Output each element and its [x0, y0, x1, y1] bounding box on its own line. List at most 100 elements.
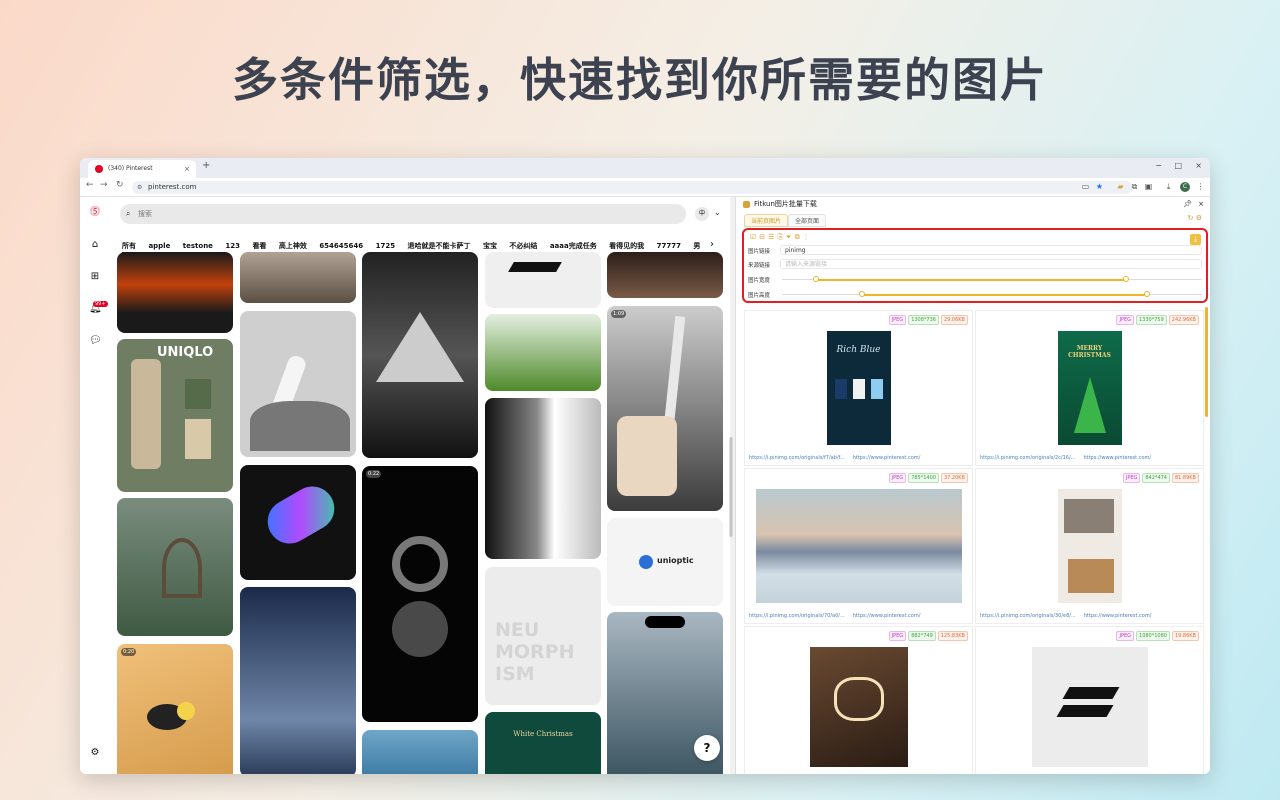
pin-card[interactable] — [485, 398, 601, 559]
select-all-icon[interactable]: ☑ — [750, 233, 759, 241]
height-min-handle[interactable] — [858, 291, 865, 297]
board-filter[interactable]: 看得见的我 — [609, 242, 644, 250]
pin-card[interactable]: 0:22 — [362, 466, 478, 722]
grid-icon[interactable]: ⊟ — [759, 233, 768, 241]
extensions-puzzle-icon[interactable]: ⧉ — [1129, 181, 1140, 192]
pin-card[interactable] — [117, 252, 233, 333]
headline: 多条件筛选，快速找到你所需要的图片 — [232, 53, 1048, 107]
image-card[interactable]: JPEG 842*474 81.89KB https://i.pinimg.com/… — [975, 468, 1204, 624]
height-range-slider[interactable] — [782, 291, 1202, 297]
minimize-button[interactable]: − — [1155, 161, 1162, 170]
height-max-handle[interactable] — [1144, 291, 1151, 297]
site-info-icon[interactable]: ⚙ — [137, 181, 142, 194]
maximize-button[interactable]: □ — [1174, 161, 1182, 170]
board-filter[interactable]: 男 — [693, 242, 700, 250]
help-button[interactable]: ? — [694, 735, 720, 761]
board-filter[interactable]: 看看 — [252, 242, 266, 250]
pin-card[interactable] — [362, 252, 478, 458]
close-window-button[interactable]: × — [1195, 161, 1202, 170]
bookmark-star-icon[interactable]: ★ — [1094, 181, 1105, 192]
side-panel-icon[interactable]: ▣ — [1143, 181, 1154, 192]
download-all-icon[interactable]: ⤓ — [1190, 234, 1201, 245]
pin-card[interactable] — [240, 252, 356, 303]
image-card[interactable]: JPEG 1330*759 242.96KB MERRY CHRISTMAS htt… — [975, 310, 1204, 466]
download-icon[interactable]: ⤓ — [1163, 181, 1174, 192]
pinterest-logo-icon[interactable]: ⓹ — [89, 207, 101, 219]
create-icon[interactable]: ⊞ — [89, 271, 101, 283]
pin-card[interactable]: NEU MORPH ISM — [485, 567, 601, 705]
tab-current-page[interactable]: 当前页图片 — [744, 214, 789, 227]
pin-card[interactable] — [240, 311, 356, 457]
browser-toolbar: ← → ↻ ⚙ pinterest.com ▭ ★ ▰ ⧉ ▣ ⤓ C ⋮ — [80, 178, 1210, 197]
reload-icon[interactable]: ↻ — [116, 180, 124, 190]
pin-card[interactable]: 1:09 — [607, 306, 723, 511]
profile-avatar[interactable]: C — [1180, 182, 1190, 192]
pin-card[interactable] — [485, 252, 601, 308]
pin-panel-icon[interactable]: 📌︎ — [1183, 197, 1192, 212]
settings-gear-icon[interactable]: ⚙ — [89, 747, 101, 759]
tab-close-icon[interactable]: × — [184, 160, 190, 178]
address-bar[interactable]: ⚙ pinterest.com — [132, 181, 1132, 194]
page-link[interactable]: https://www.pinterest.com/ — [853, 613, 921, 619]
image-card[interactable]: JPEG 882*749 125.83KB — [744, 626, 973, 774]
pin-card[interactable] — [240, 465, 356, 580]
boards-next-chevron-icon[interactable]: › — [710, 239, 714, 250]
board-filter[interactable]: 不必纠结 — [509, 242, 537, 250]
pin-card[interactable] — [362, 730, 478, 774]
refresh-icon[interactable]: ↻ — [1188, 214, 1194, 222]
home-icon[interactable]: ⌂ — [89, 239, 101, 251]
image-source-link[interactable]: https://i.pinimg.com/originals/f7/ab/f..… — [749, 455, 845, 461]
width-range-slider[interactable] — [782, 276, 1202, 282]
board-filter[interactable]: 77777 — [657, 242, 681, 250]
pin-card[interactable]: unioptic — [607, 518, 723, 606]
board-filter[interactable]: 123 — [225, 242, 240, 250]
width-min-handle[interactable] — [812, 276, 819, 282]
tab-all-pages[interactable]: 全部页面 — [788, 214, 827, 227]
forward-icon[interactable]: → — [100, 180, 108, 190]
page-link[interactable]: https://www.pinterest.com/ — [853, 455, 921, 461]
source-filter-input[interactable]: 请输入来源链接 — [780, 259, 1202, 269]
image-card[interactable]: JPEG 1080*1080 19.86KB — [975, 626, 1204, 774]
pin-card[interactable]: UNIQLO — [117, 339, 233, 492]
board-filter[interactable]: 高上神效 — [279, 242, 307, 250]
filter-icon[interactable]: ⏷ — [786, 233, 795, 241]
panel-scrollbar[interactable] — [1205, 307, 1208, 417]
search-input[interactable]: ⌕ 搜索 — [120, 204, 686, 224]
layers-icon[interactable]: ⧉ — [795, 233, 803, 241]
board-filter[interactable]: apple — [148, 242, 170, 250]
board-filter[interactable]: 退哈就是不能卡萨丁 — [408, 242, 471, 250]
board-filter[interactable]: 1725 — [376, 242, 395, 250]
image-source-link[interactable]: https://i.pinimg.com/originals/2c/16/... — [980, 455, 1075, 461]
board-filter[interactable]: testone — [183, 242, 213, 250]
link-filter-input[interactable]: pinimg — [780, 245, 1202, 255]
pin-card[interactable]: 0:20 — [117, 644, 233, 774]
settings-icon[interactable]: ⚙ — [1196, 214, 1202, 222]
language-badge[interactable]: 中 — [695, 207, 709, 221]
pin-card[interactable] — [607, 252, 723, 298]
more-icon[interactable]: ⋮ — [803, 233, 813, 241]
board-filter[interactable]: aaaa完成任务 — [550, 242, 597, 250]
extension-fitkun-icon[interactable]: ▰ — [1115, 181, 1126, 192]
page-link[interactable]: https://www.pinterest.com/ — [1084, 613, 1152, 619]
pin-card[interactable]: White Christmas — [485, 712, 601, 774]
board-filter[interactable]: 654645646 — [319, 242, 363, 250]
copy-icon[interactable]: ⎘ — [777, 233, 786, 241]
back-icon[interactable]: ← — [86, 180, 94, 190]
image-source-link[interactable]: https://i.pinimg.com/originals/70/a0/... — [749, 613, 845, 619]
messages-icon[interactable]: 💬︎ — [89, 335, 102, 347]
pin-card[interactable] — [485, 314, 601, 391]
pin-card[interactable] — [240, 587, 356, 774]
pin-card[interactable] — [117, 498, 233, 636]
tab-pinterest[interactable]: (340) Pinterest × — [88, 160, 196, 178]
board-filter[interactable]: 宝宝 — [483, 242, 497, 250]
image-card[interactable]: JPEG 785*1400 37.20KB https://i.pinimg.com… — [744, 468, 973, 624]
page-link[interactable]: https://www.pinterest.com/ — [1083, 455, 1151, 461]
image-source-link[interactable]: https://i.pinimg.com/originals/30/e8/... — [980, 613, 1076, 619]
width-max-handle[interactable] — [1123, 276, 1130, 282]
image-card[interactable]: JPEG 1308*736 29.06KB Rich Blue https://i.… — [744, 310, 973, 466]
chevron-down-icon[interactable]: ⌄ — [714, 208, 721, 217]
close-panel-icon[interactable]: × — [1198, 197, 1204, 212]
cast-icon[interactable]: ▭ — [1080, 181, 1091, 192]
new-tab-button[interactable]: + — [202, 160, 210, 171]
menu-kebab-icon[interactable]: ⋮ — [1195, 181, 1206, 192]
